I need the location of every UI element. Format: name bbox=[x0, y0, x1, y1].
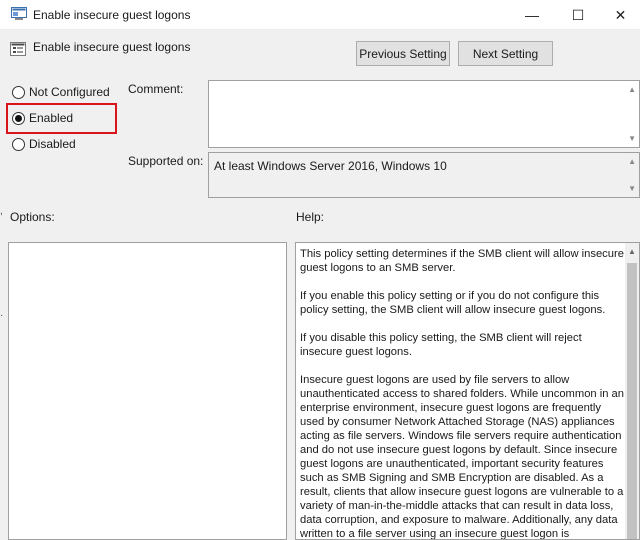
help-panel: This policy setting determines if the SM… bbox=[295, 242, 640, 540]
close-button[interactable]: ✕ bbox=[601, 0, 640, 30]
policy-setting-icon bbox=[10, 41, 26, 57]
maximize-icon: ☐ bbox=[571, 6, 585, 23]
scroll-up-icon[interactable]: ▲ bbox=[628, 247, 636, 256]
help-text: This policy setting determines if the SM… bbox=[300, 247, 625, 540]
comment-label: Comment: bbox=[128, 82, 184, 96]
radio-button[interactable] bbox=[12, 85, 25, 99]
group-policy-window-icon bbox=[11, 7, 27, 21]
maximize-button[interactable]: ☐ bbox=[555, 0, 601, 30]
minimize-button[interactable]: — bbox=[509, 0, 555, 30]
comment-textarea[interactable]: ▲ ▼ bbox=[208, 80, 640, 148]
supported-on-value: At least Windows Server 2016, Windows 10 bbox=[214, 159, 447, 173]
supported-scrollbar[interactable]: ▲ ▼ bbox=[625, 153, 639, 197]
supported-on-label: Supported on: bbox=[128, 154, 204, 168]
close-icon: ✕ bbox=[614, 6, 627, 23]
scroll-up-icon[interactable]: ▲ bbox=[628, 157, 636, 166]
previous-setting-button[interactable]: Previous Setting bbox=[356, 41, 450, 66]
help-paragraph: If you disable this policy setting, the … bbox=[300, 332, 582, 358]
minimize-icon: — bbox=[525, 7, 539, 23]
enabled-highlight-box bbox=[6, 103, 117, 134]
help-scrollbar[interactable]: ▲ bbox=[625, 243, 639, 539]
supported-on-field: At least Windows Server 2016, Windows 10… bbox=[208, 152, 640, 198]
window-title: Enable insecure guest logons bbox=[33, 8, 191, 22]
dialog-client-area: Enable insecure guest logons Previous Se… bbox=[0, 30, 640, 540]
help-paragraph: If you enable this policy setting or if … bbox=[300, 290, 606, 316]
scroll-down-icon[interactable]: ▼ bbox=[628, 184, 636, 193]
radio-label: Disabled bbox=[29, 137, 76, 151]
help-label: Help: bbox=[296, 210, 325, 224]
comment-scrollbar[interactable]: ▲ ▼ bbox=[625, 81, 639, 147]
scroll-up-icon[interactable]: ▲ bbox=[628, 85, 636, 94]
scrollbar-thumb[interactable] bbox=[627, 263, 637, 539]
radio-button[interactable] bbox=[12, 137, 25, 151]
help-paragraph: This policy setting determines if the SM… bbox=[300, 248, 624, 274]
radio-label: Not Configured bbox=[29, 85, 110, 99]
left-edge-glyph: · bbox=[0, 310, 4, 321]
options-panel bbox=[8, 242, 287, 540]
next-setting-button[interactable]: Next Setting bbox=[458, 41, 553, 66]
left-edge-glyph: , bbox=[0, 206, 3, 217]
radio-not-configured[interactable]: Not Configured bbox=[12, 84, 110, 100]
policy-name: Enable insecure guest logons bbox=[33, 40, 191, 54]
scroll-down-icon[interactable]: ▼ bbox=[628, 134, 636, 143]
help-paragraph: Insecure guest logons are used by file s… bbox=[300, 374, 625, 540]
options-label: Options: bbox=[10, 210, 55, 224]
title-bar: Enable insecure guest logons — ☐ ✕ bbox=[0, 0, 640, 30]
radio-disabled[interactable]: Disabled bbox=[12, 136, 76, 152]
